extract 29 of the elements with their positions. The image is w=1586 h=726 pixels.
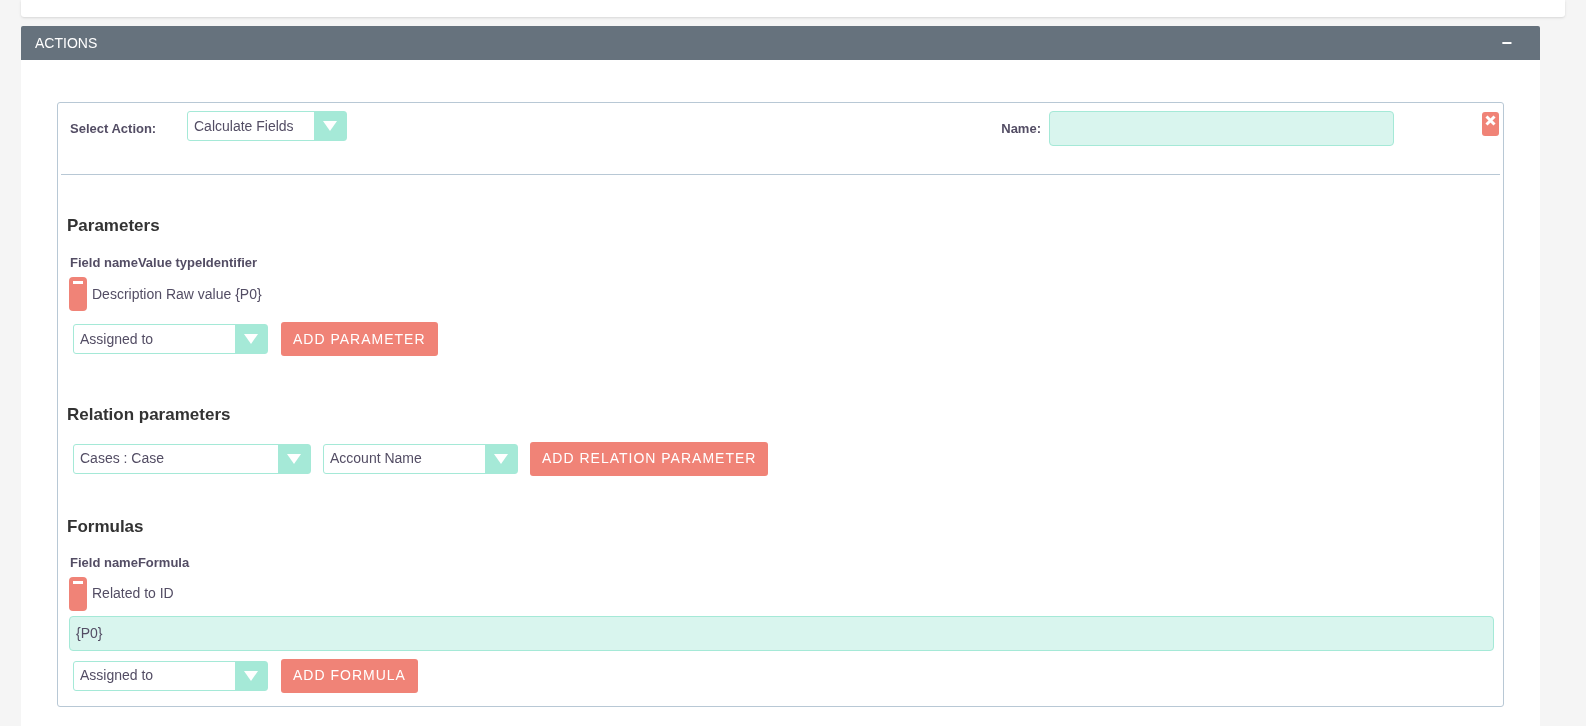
select-action-label: Select Action: — [69, 120, 158, 138]
dropdown-caret-icon — [244, 334, 258, 344]
dropdown-caret-icon — [323, 121, 337, 131]
relation-field-select[interactable]: Account Name — [323, 443, 518, 474]
name-input[interactable] — [1049, 111, 1394, 146]
section-heading: Parameters — [67, 215, 161, 237]
remove-row-button[interactable] — [69, 277, 87, 311]
close-button[interactable] — [1482, 112, 1499, 136]
section-heading: Relation parameters — [67, 404, 232, 426]
close-icon — [1485, 115, 1496, 126]
formula-field-name: Related to ID — [92, 584, 174, 603]
dropdown-caret-icon — [287, 453, 301, 464]
action-select[interactable]: Calculate Fields — [187, 111, 347, 141]
collapse-button[interactable]: − — [1501, 34, 1526, 52]
minus-icon — [73, 281, 83, 284]
formulas-columns-header: Field nameFormula — [69, 554, 191, 572]
panel-title: ACTIONS — [35, 33, 98, 53]
dropdown-caret-icon — [244, 670, 258, 681]
remove-row-button[interactable] — [69, 576, 87, 611]
parameter-row-text: Description Raw value {P0} — [92, 284, 262, 304]
name-label: Name: — [1001, 120, 1041, 138]
parameters-columns-header: Field nameValue typeIdentifier — [69, 253, 259, 272]
dropdown-caret-icon — [494, 453, 508, 464]
minus-icon — [73, 580, 83, 584]
parameter-field-select[interactable]: Assigned to — [73, 324, 268, 354]
section-heading: Formulas — [67, 515, 145, 538]
formula-field-select[interactable]: Assigned to — [73, 660, 268, 691]
formula-input[interactable]: {P0} — [69, 615, 1494, 651]
relation-module-select[interactable]: Cases : Case — [73, 443, 311, 474]
